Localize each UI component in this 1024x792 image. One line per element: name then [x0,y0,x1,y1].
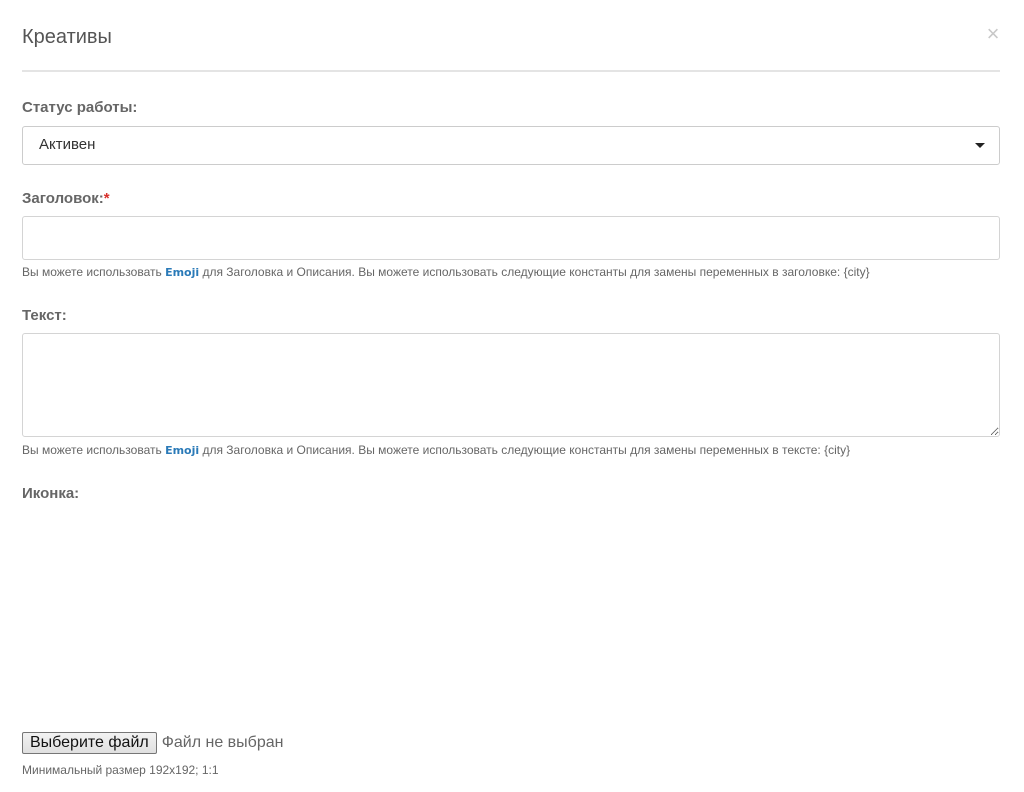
icon-label-text: Иконка: [22,485,80,502]
file-input: Выберите файл Файл не выбран [22,732,283,756]
choose-file-button[interactable]: Выберите файл [22,732,157,754]
caret-down-icon [975,143,985,148]
headline-help-prefix: Вы можете использовать [22,265,166,279]
status-select[interactable]: Активен [22,126,1000,165]
text-textarea[interactable] [22,333,1000,437]
headline-label: Заголовок:* [22,190,110,207]
close-icon[interactable]: × [984,23,1002,45]
file-status: Файл не выбран [161,734,284,751]
status-label: Статус работы: [22,99,137,116]
icon-label: Иконка: [22,485,79,502]
text-label-text: Текст: [22,307,67,324]
creatives-modal: Креативы × Статус работы: Активен Заголо… [0,0,1024,792]
text-label: Текст: [22,307,67,324]
headline-help-suffix: для Заголовка и Описания. Вы можете испо… [199,265,870,279]
required-marker: * [103,190,110,207]
file-size-hint: Минимальный размер 192x192; 1:1 [22,763,219,777]
status-selected-value: Активен [39,136,96,153]
emoji-link[interactable]: Emoji [165,266,199,279]
status-label-text: Статус работы: [22,99,138,116]
headline-help-text: Вы можете использовать Emoji для Заголов… [22,265,870,279]
headline-input[interactable] [22,216,1000,260]
text-help-suffix: для Заголовка и Описания. Вы можете испо… [199,443,851,457]
text-help-prefix: Вы можете использовать [22,443,166,457]
header-divider [22,70,1000,72]
headline-label-text: Заголовок: [22,190,104,207]
modal-title: Креативы [22,26,112,48]
text-help-text: Вы можете использовать Emoji для Заголов… [22,443,850,457]
emoji-link[interactable]: Emoji [165,444,199,457]
